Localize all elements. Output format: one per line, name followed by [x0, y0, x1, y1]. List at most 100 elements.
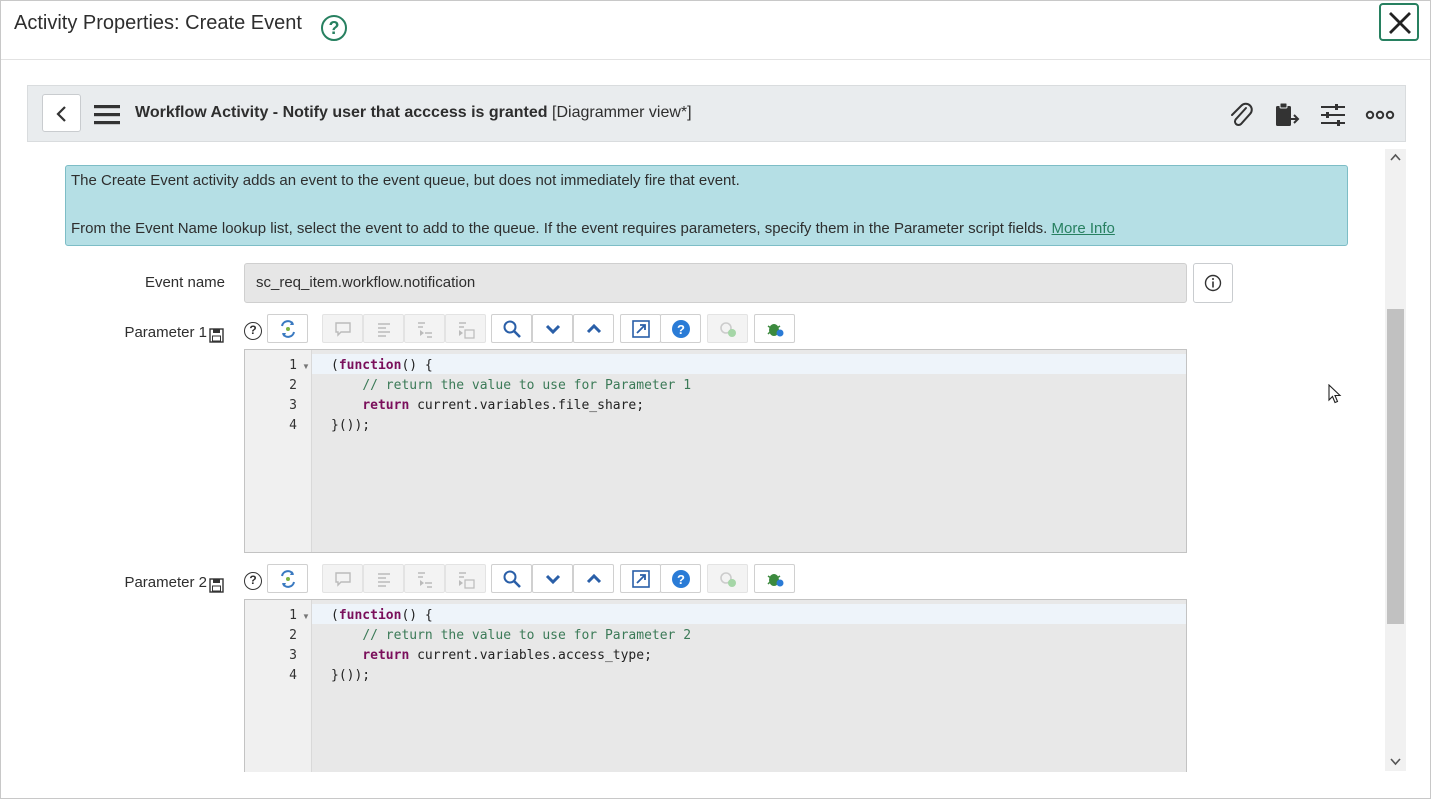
- format-button[interactable]: [363, 564, 404, 593]
- close-icon: [1389, 12, 1411, 34]
- debug-button[interactable]: [754, 314, 795, 343]
- event-name-field[interactable]: sc_req_item.workflow.notification: [244, 263, 1187, 303]
- debug-button[interactable]: [754, 564, 795, 593]
- form-title-record: Workflow Activity - Notify user that acc…: [135, 104, 548, 121]
- more-info-link[interactable]: More Info: [1052, 220, 1115, 237]
- code-line: (function() {: [331, 358, 433, 373]
- line-number: 1: [289, 608, 297, 623]
- script-help-button[interactable]: ?: [660, 564, 701, 593]
- question-circle-icon[interactable]: ?: [321, 15, 347, 41]
- code-line: // return the value to use for Parameter…: [331, 628, 691, 643]
- toggle-syntax-button[interactable]: [267, 314, 308, 343]
- code-line: }());: [331, 668, 370, 683]
- form-title-view: [Diagrammer view*]: [552, 104, 692, 121]
- question-icon[interactable]: ?: [244, 322, 262, 340]
- chevron-up-icon: [586, 573, 602, 584]
- validate-button[interactable]: [707, 314, 748, 343]
- replace-all-icon: [459, 322, 475, 339]
- search-previous-button[interactable]: [573, 564, 614, 593]
- question-icon[interactable]: ?: [244, 572, 262, 590]
- hamburger-menu-icon[interactable]: [94, 104, 120, 126]
- replace-icon: [418, 572, 432, 588]
- code-line: (function() {: [331, 608, 433, 623]
- info-message-box: The Create Event activity adds an event …: [65, 165, 1348, 246]
- script-help-button[interactable]: ?: [660, 314, 701, 343]
- info-icon: [1204, 274, 1222, 292]
- format-icon: [378, 323, 390, 337]
- chevron-up-icon: [586, 323, 602, 334]
- help-icon: ?: [672, 320, 690, 338]
- expand-icon: [632, 570, 650, 588]
- chevron-down-icon: [545, 324, 561, 335]
- event-name-label: Event name: [144, 274, 225, 291]
- close-button[interactable]: [1379, 3, 1419, 41]
- vertical-scrollbar[interactable]: [1385, 149, 1406, 771]
- form-title: Workflow Activity - Notify user that acc…: [135, 104, 692, 122]
- scrollbar-thumb[interactable]: [1387, 309, 1404, 624]
- comment-button[interactable]: [322, 314, 363, 343]
- fold-arrow-icon[interactable]: ▼: [302, 362, 310, 371]
- validate-button[interactable]: [707, 564, 748, 593]
- save-icon: [209, 578, 224, 593]
- event-name-info-button[interactable]: [1193, 263, 1233, 303]
- code-keyword: function: [338, 358, 402, 373]
- activity-properties-dialog: Activity Properties: Create Event ? Work…: [0, 0, 1431, 799]
- bug-icon: [767, 574, 784, 587]
- back-icon: [56, 106, 66, 122]
- search-next-button[interactable]: [532, 564, 573, 593]
- mouse-cursor-icon: [1328, 384, 1342, 404]
- parameter-2-label: Parameter 2: [124, 574, 207, 591]
- code-comment: // return the value to use for Parameter…: [362, 628, 692, 643]
- scroll-up-arrow-icon[interactable]: [1389, 151, 1402, 164]
- search-previous-button[interactable]: [573, 314, 614, 343]
- paperclip-icon[interactable]: [1226, 100, 1256, 130]
- comment-icon: [335, 572, 351, 587]
- active-line-highlight: [312, 354, 1186, 374]
- dialog-title: Activity Properties: Create Event: [14, 12, 302, 34]
- replace-all-button[interactable]: [445, 564, 486, 593]
- code-line: return current.variables.access_type;: [331, 648, 652, 663]
- code-line: return current.variables.file_share;: [331, 398, 644, 413]
- form-content: The Create Event activity adds an event …: [27, 142, 1385, 772]
- fold-arrow-icon[interactable]: ▼: [302, 612, 310, 621]
- format-icon: [378, 573, 390, 587]
- more-icon[interactable]: [1365, 100, 1395, 130]
- code-keyword: return: [362, 398, 410, 413]
- line-number: 1: [289, 358, 297, 373]
- replace-button[interactable]: [404, 564, 445, 593]
- search-button[interactable]: [491, 314, 532, 343]
- comment-button[interactable]: [322, 564, 363, 593]
- line-number: 3: [289, 398, 297, 413]
- parameter-1-script-editor[interactable]: 1 ▼ 2 3 4 (function() { // return the va…: [244, 349, 1187, 553]
- scroll-down-arrow-icon[interactable]: [1389, 755, 1402, 768]
- code-text: current.variables.access_type;: [409, 648, 652, 663]
- code-comment: // return the value to use for Parameter…: [362, 378, 692, 393]
- code-text: current.variables.file_share;: [409, 398, 645, 413]
- save-icon: [209, 328, 224, 343]
- fullscreen-button[interactable]: [620, 314, 661, 343]
- toggle-syntax-button[interactable]: [267, 564, 308, 593]
- replace-all-button[interactable]: [445, 314, 486, 343]
- line-number: 2: [289, 378, 297, 393]
- info-line-2: From the Event Name lookup list, select …: [71, 220, 1115, 237]
- back-button[interactable]: [42, 94, 81, 132]
- format-button[interactable]: [363, 314, 404, 343]
- replace-button[interactable]: [404, 314, 445, 343]
- sliders-icon[interactable]: [1318, 100, 1348, 130]
- line-number: 2: [289, 628, 297, 643]
- parameter-2-script-editor[interactable]: 1 ▼ 2 3 4 (function() { // return the va…: [244, 599, 1187, 772]
- clipboard-export-icon[interactable]: [1272, 100, 1302, 130]
- search-button[interactable]: [491, 564, 532, 593]
- code-text: () {: [401, 608, 433, 623]
- fullscreen-button[interactable]: [620, 564, 661, 593]
- code-text: (: [331, 358, 339, 373]
- syntax-toggle-icon: [281, 320, 295, 338]
- replace-icon: [418, 322, 432, 338]
- help-icon: ?: [672, 570, 690, 588]
- search-next-button[interactable]: [532, 314, 573, 343]
- code-keyword: function: [338, 608, 402, 623]
